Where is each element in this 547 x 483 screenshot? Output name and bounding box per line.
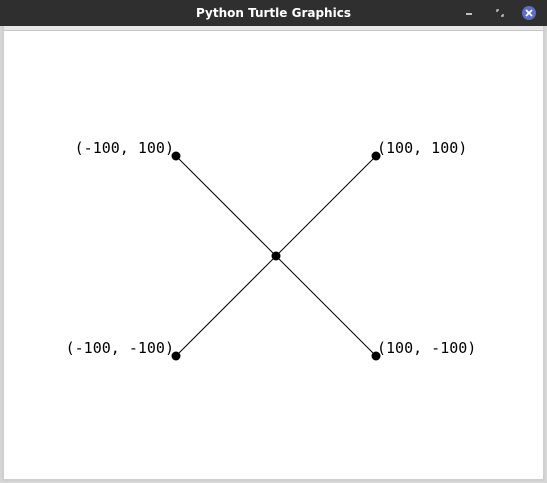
coordinate-label: (-100, -100)	[66, 339, 174, 357]
turtle-dot	[271, 251, 281, 261]
turtle-window: Python Turtle Graphics (-100, 100) (100, …	[0, 0, 547, 483]
turtle-canvas[interactable]: (-100, 100) (100, 100) (-100, -100) (100, -…	[0, 0, 547, 483]
coordinate-label: (-100, 100)	[75, 139, 174, 157]
coordinate-label: (100, -100)	[377, 339, 476, 357]
coordinate-label: (100, 100)	[377, 139, 467, 157]
